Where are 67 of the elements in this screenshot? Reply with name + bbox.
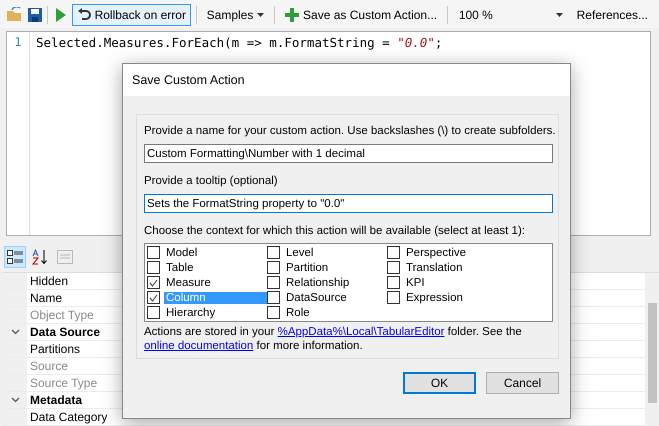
checkbox[interactable] <box>147 276 160 289</box>
sort-az-icon <box>32 248 48 264</box>
line-number: 1 <box>13 34 23 49</box>
checkbox[interactable] <box>147 246 160 259</box>
property-name: Source <box>29 359 68 373</box>
context-item[interactable]: Expression <box>404 292 550 304</box>
caret-icon <box>257 13 264 18</box>
caret-icon <box>556 13 563 18</box>
context-item[interactable]: Measure <box>164 276 267 288</box>
checkbox[interactable] <box>147 306 160 319</box>
chevron-down-icon[interactable] <box>10 329 20 335</box>
property-name: Object Type <box>29 308 94 322</box>
checkbox[interactable] <box>387 276 400 289</box>
context-item[interactable]: Level <box>284 246 387 258</box>
context-prompt: Choose the context for which this action will be available (select at least 1): <box>144 225 526 237</box>
checkbox[interactable] <box>147 261 160 274</box>
ok-button[interactable]: OK <box>403 372 476 394</box>
context-item[interactable]: Perspective <box>404 246 550 258</box>
context-item[interactable]: Hierarchy <box>164 306 267 318</box>
samples-dropdown[interactable]: Samples <box>202 4 270 26</box>
property-name: Hidden <box>29 274 68 288</box>
context-item[interactable]: KPI <box>404 276 550 288</box>
context-item[interactable]: Role <box>284 306 387 318</box>
context-item[interactable]: DataSource <box>284 292 387 304</box>
categorized-icon <box>7 250 23 264</box>
tooltip-field[interactable]: Sets the FormatString property to "0.0" <box>144 194 553 213</box>
context-item[interactable]: Partition <box>284 262 387 274</box>
note-link[interactable]: online documentation <box>144 340 254 352</box>
name-field[interactable]: Custom Formatting\Number with 1 decimal <box>144 144 553 163</box>
checkbox[interactable] <box>267 291 280 304</box>
scrollbar[interactable] <box>645 273 659 426</box>
toolbar-button[interactable]: References... <box>572 4 654 26</box>
dialog-title: Save Custom Action <box>132 73 245 87</box>
tooltip-prompt: Provide a tooltip (optional) <box>144 175 279 187</box>
name-prompt: Provide a name for your custom action. Use backslashes (\) to create subfolders. <box>144 125 553 137</box>
checkbox[interactable] <box>387 246 400 259</box>
property-name: Data Category <box>29 410 108 424</box>
context-item[interactable]: Translation <box>404 262 550 274</box>
save-icon <box>28 8 42 22</box>
note-link[interactable]: %AppData%\Local\TabularEditor <box>278 326 444 338</box>
run-icon <box>56 8 66 22</box>
undo-icon <box>76 8 91 22</box>
checkbox[interactable] <box>387 291 400 304</box>
property-pages-icon <box>57 250 73 264</box>
open-folder-icon <box>6 7 24 24</box>
category-label: Data Source <box>29 325 100 339</box>
cancel-button[interactable]: Cancel <box>486 372 559 394</box>
checkbox[interactable] <box>267 246 280 259</box>
checkbox[interactable] <box>267 276 280 289</box>
category-label: Metadata <box>29 393 82 407</box>
code-line: Selected.Measures.ForEach(m => m.FormatString = "0.0"; <box>35 34 444 52</box>
context-item[interactable]: Table <box>164 262 267 274</box>
property-name: Source Type <box>29 376 98 390</box>
storage-note: Actions are stored in your %AppData%\Local\TabularEditor folder. See the online documentation for more information. <box>144 325 523 353</box>
property-view-button[interactable] <box>4 246 26 268</box>
rollback-toggle[interactable]: Rollback on error <box>72 4 191 26</box>
checkbox[interactable] <box>267 306 280 319</box>
toolbar-button[interactable]: Save as Custom Action... <box>280 4 442 26</box>
chevron-down-icon[interactable] <box>10 397 20 403</box>
checkbox[interactable] <box>267 261 280 274</box>
plus-icon <box>285 8 300 22</box>
context-item[interactable]: Model <box>164 246 267 258</box>
context-item[interactable]: Relationship <box>284 276 387 288</box>
property-name: Partitions <box>29 342 80 356</box>
checkbox[interactable] <box>147 291 160 304</box>
property-name: Name <box>29 291 62 305</box>
checkbox[interactable] <box>387 261 400 274</box>
